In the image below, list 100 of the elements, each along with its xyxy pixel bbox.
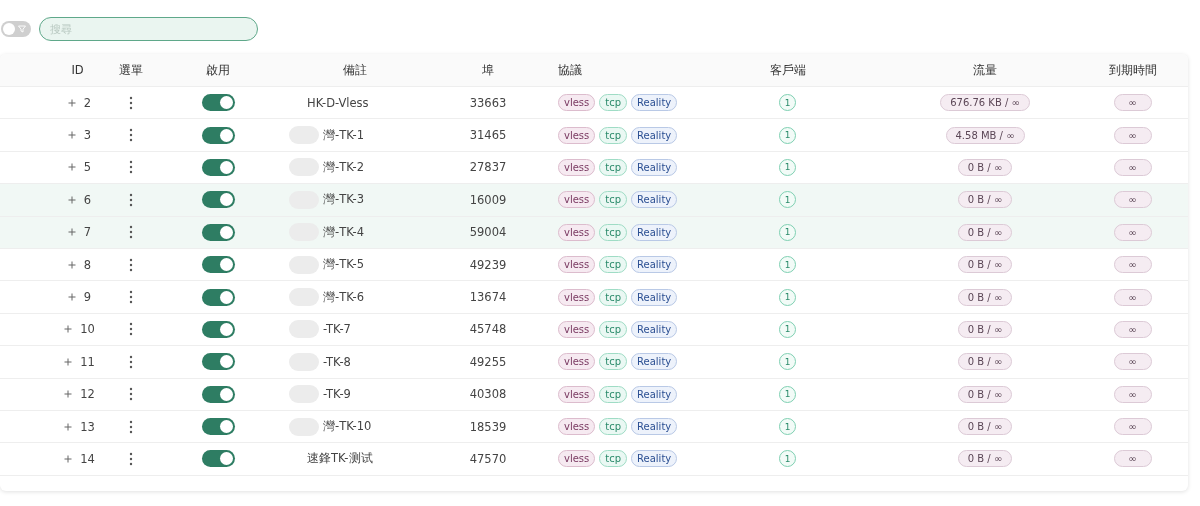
expiry-tag: ∞ [1113, 288, 1152, 306]
traffic-tag: 0 B / ∞ [957, 320, 1013, 338]
column-header: 協議 [557, 62, 583, 78]
client-count: 1 [779, 158, 796, 176]
more-icon[interactable] [129, 387, 133, 402]
enable-switch[interactable] [201, 256, 235, 274]
port-text: 27837 [469, 160, 507, 175]
enable-switch[interactable] [201, 450, 235, 468]
more-icon[interactable] [129, 192, 133, 207]
protocol-tag: tcp [599, 288, 628, 306]
remark-text: -TK-8 [323, 354, 351, 369]
protocol-tag: tcp [599, 385, 628, 403]
remark-text: 灣-TK-3 [323, 192, 364, 208]
traffic-tag: 0 B / ∞ [957, 418, 1013, 436]
enable-switch[interactable] [201, 320, 235, 338]
client-count: 1 [779, 256, 796, 274]
column-header: 流量 [972, 62, 998, 78]
expiry-tag: ∞ [1113, 256, 1152, 274]
enable-switch[interactable] [201, 223, 235, 241]
more-icon[interactable] [129, 452, 133, 466]
traffic-tag: 0 B / ∞ [957, 353, 1013, 371]
remark-text: 灣-TK-5 [323, 257, 364, 273]
enable-switch[interactable] [201, 353, 235, 371]
protocol-tag: vless [558, 385, 596, 403]
remark-text: 灣-TK-10 [323, 419, 372, 435]
protocol-tag: vless [558, 320, 596, 338]
protocol-tag: tcp [599, 94, 628, 112]
protocol-tag: vless [558, 288, 596, 306]
protocol-tag: vless [558, 450, 596, 468]
more-icon[interactable] [129, 354, 133, 369]
row-id: 7 [83, 225, 92, 240]
traffic-tag: 0 B / ∞ [957, 158, 1013, 176]
traffic-tag: 0 B / ∞ [957, 385, 1013, 403]
protocol-tag: vless [558, 353, 596, 371]
port-text: 47570 [469, 452, 507, 466]
more-icon[interactable] [129, 290, 133, 305]
row-id: 12 [80, 387, 95, 402]
more-icon[interactable] [129, 128, 133, 143]
column-header: 備註 [342, 62, 368, 78]
client-count: 1 [779, 418, 796, 436]
enable-switch[interactable] [201, 418, 235, 436]
port-text: 45748 [469, 322, 507, 337]
enable-switch[interactable] [201, 94, 235, 112]
port-text: 49255 [469, 354, 507, 369]
remark-text: 灣-TK-2 [323, 159, 364, 175]
enable-switch[interactable] [201, 191, 235, 209]
column-header: 客戶端 [768, 62, 807, 78]
expiry-tag: ∞ [1113, 94, 1152, 112]
client-count: 1 [779, 191, 796, 209]
protocol-tag: Reality [631, 288, 678, 306]
expiry-tag: ∞ [1113, 353, 1152, 371]
port-text: 33663 [469, 95, 507, 110]
protocol-tag: Reality [631, 191, 678, 209]
client-count: 1 [779, 320, 796, 338]
enable-switch[interactable] [201, 385, 235, 403]
remark-text: 灣-TK-1 [323, 127, 364, 143]
protocol-tag: vless [558, 256, 596, 274]
expiry-tag: ∞ [1113, 126, 1152, 144]
more-icon[interactable] [129, 322, 133, 337]
expiry-tag: ∞ [1113, 223, 1152, 241]
row-id: 3 [83, 128, 92, 143]
column-header: 啟用 [205, 62, 231, 78]
column-header: 到期時間 [1107, 62, 1158, 78]
more-icon[interactable] [129, 257, 133, 272]
expiry-tag: ∞ [1113, 158, 1152, 176]
row-id: 6 [83, 192, 92, 207]
protocol-tag: Reality [631, 450, 678, 468]
row-id: 5 [83, 160, 92, 175]
more-icon[interactable] [129, 160, 133, 175]
more-icon[interactable] [129, 95, 133, 110]
enable-switch[interactable] [201, 126, 235, 144]
expiry-tag: ∞ [1113, 191, 1152, 209]
traffic-tag: 0 B / ∞ [957, 450, 1013, 468]
protocol-tag: tcp [599, 158, 628, 176]
row-id: 13 [80, 419, 95, 434]
expiry-tag: ∞ [1113, 450, 1152, 468]
protocol-tag: Reality [631, 418, 678, 436]
row-id: 11 [80, 354, 95, 369]
filter-switch[interactable] [1, 21, 31, 37]
more-icon[interactable] [129, 225, 133, 240]
remark-text: 灣-TK-6 [323, 289, 364, 305]
enable-switch[interactable] [201, 288, 235, 306]
expiry-tag: ∞ [1113, 320, 1152, 338]
protocol-tag: Reality [631, 256, 678, 274]
enable-switch[interactable] [201, 158, 235, 176]
traffic-tag: 0 B / ∞ [957, 223, 1013, 241]
protocol-tag: tcp [599, 353, 628, 371]
traffic-tag: 676.76 KB / ∞ [940, 94, 1030, 112]
expiry-tag: ∞ [1113, 418, 1152, 436]
row-id: 8 [83, 257, 92, 272]
traffic-tag: 0 B / ∞ [957, 191, 1013, 209]
expiry-tag: ∞ [1113, 385, 1152, 403]
port-text: 31465 [469, 128, 507, 143]
more-icon[interactable] [129, 419, 133, 434]
client-count: 1 [779, 385, 796, 403]
port-text: 49239 [469, 257, 507, 272]
protocol-tag: tcp [599, 223, 628, 241]
column-header: 選單 [118, 62, 144, 78]
protocol-tag: tcp [599, 256, 628, 274]
remark-text: HK-D-Vless [307, 95, 369, 110]
